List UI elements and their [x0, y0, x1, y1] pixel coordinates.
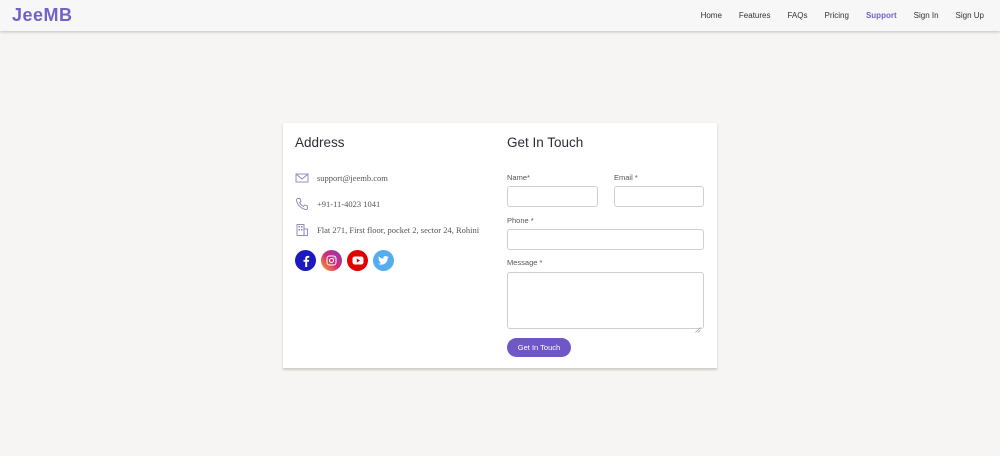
nav-faqs[interactable]: FAQs	[787, 11, 807, 20]
nav-sign-in[interactable]: Sign In	[914, 11, 939, 20]
envelope-icon	[295, 171, 309, 185]
nav-sign-up[interactable]: Sign Up	[956, 11, 984, 20]
location-row: Flat 271, First floor, pocket 2, sector …	[295, 223, 479, 237]
message-label: Message *	[507, 258, 543, 267]
twitter-icon[interactable]	[373, 250, 394, 271]
social-links	[295, 250, 399, 271]
nav-pricing[interactable]: Pricing	[825, 11, 849, 20]
location-text: Flat 271, First floor, pocket 2, sector …	[317, 225, 480, 235]
email-label: Email *	[614, 173, 638, 182]
phone-label: Phone *	[507, 216, 534, 225]
name-input[interactable]	[507, 186, 598, 207]
message-textarea[interactable]	[507, 272, 704, 333]
instagram-icon[interactable]	[321, 250, 342, 271]
email-input[interactable]	[614, 186, 704, 207]
form-title: Get In Touch	[507, 135, 584, 150]
address-title: Address	[295, 135, 345, 150]
email-row: support@jeemb.com	[295, 171, 388, 185]
name-label: Name*	[507, 173, 530, 182]
get-in-touch-button[interactable]: Get In Touch	[507, 338, 571, 357]
brand-logo[interactable]: JeeMB	[12, 5, 73, 26]
building-icon	[295, 223, 309, 237]
facebook-icon[interactable]	[295, 250, 316, 271]
youtube-icon[interactable]	[347, 250, 368, 271]
phone-input[interactable]	[507, 229, 704, 250]
resize-handle-icon[interactable]	[695, 320, 701, 333]
contact-card: Address support@jeemb.com +91-11-4023 10…	[283, 123, 717, 369]
nav-features[interactable]: Features	[739, 11, 771, 20]
phone-icon	[295, 197, 309, 211]
phone-row: +91-11-4023 1041	[295, 197, 380, 211]
top-navbar: JeeMB Home Features FAQs Pricing Support…	[0, 0, 1000, 31]
email-text[interactable]: support@jeemb.com	[317, 173, 388, 183]
nav-menu: Home Features FAQs Pricing Support Sign …	[684, 0, 984, 31]
nav-home[interactable]: Home	[701, 11, 722, 20]
phone-text[interactable]: +91-11-4023 1041	[317, 199, 380, 209]
nav-support[interactable]: Support	[866, 11, 897, 20]
